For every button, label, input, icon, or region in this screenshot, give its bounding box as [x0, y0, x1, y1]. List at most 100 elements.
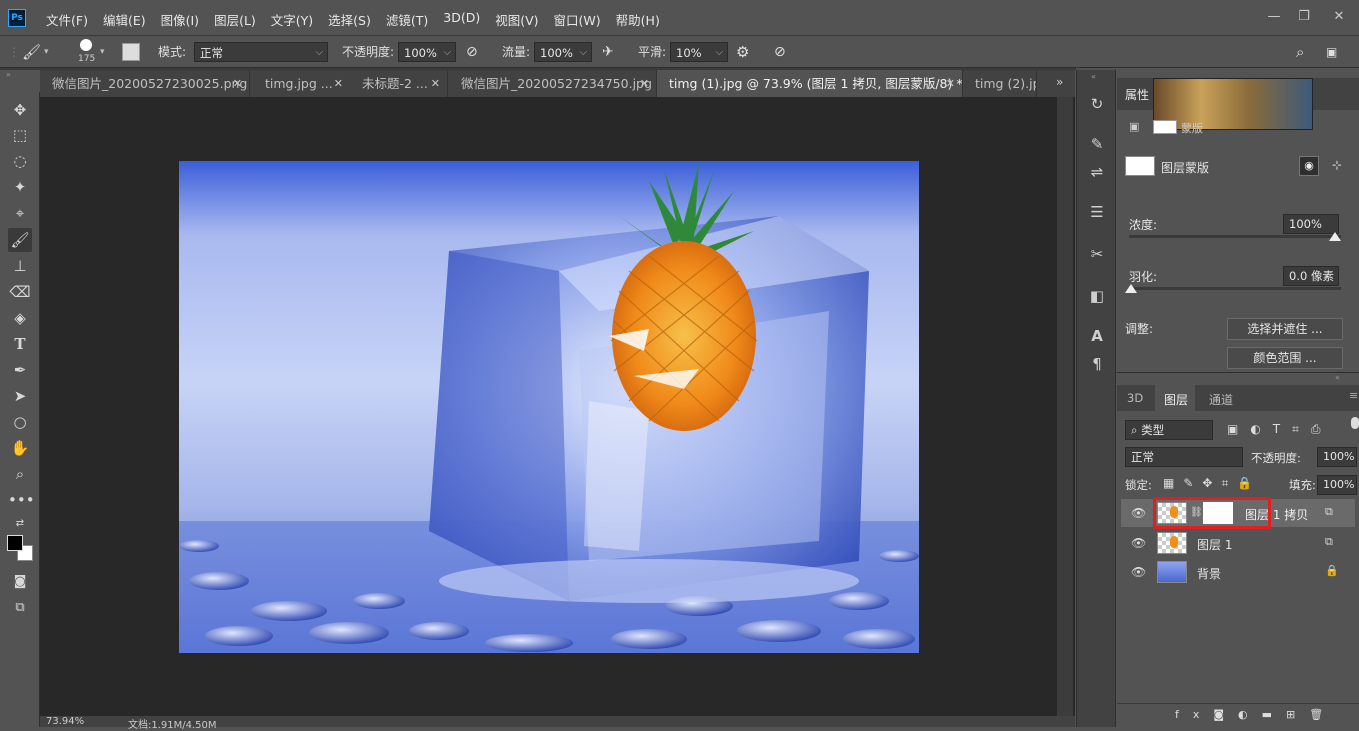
close-window-icon[interactable]: ✕: [1330, 9, 1348, 25]
fill-input[interactable]: 100%: [1317, 475, 1357, 495]
zoom-level[interactable]: 73.94%: [46, 716, 84, 727]
ellipse-tool-icon[interactable]: ○: [8, 410, 32, 434]
magic-wand-tool-icon[interactable]: ✦: [8, 175, 32, 199]
path-selection-tool-icon[interactable]: ➤: [8, 384, 32, 408]
document-tab[interactable]: timg (2).jpg: [963, 70, 1037, 97]
menu-type[interactable]: 文字(Y): [271, 10, 313, 29]
collapse-arrow-icon[interactable]: »: [6, 70, 11, 79]
brush-tool-icon[interactable]: 🖌: [8, 228, 32, 252]
marquee-tool-icon[interactable]: ⬚: [8, 123, 32, 147]
properties-icon[interactable]: ☰: [1085, 200, 1109, 224]
paragraph-icon[interactable]: ¶: [1085, 352, 1109, 376]
menu-edit[interactable]: 编辑(E): [103, 10, 146, 29]
document-tab[interactable]: 微信图片_20200527234750.jpg ✕: [449, 70, 657, 97]
brush-settings-icon[interactable]: ✎: [1085, 132, 1109, 156]
workspace-icon[interactable]: ▣: [1326, 42, 1337, 62]
density-slider-track[interactable]: [1129, 235, 1341, 238]
stamp-tool-icon[interactable]: ⊥: [8, 254, 32, 278]
panel-menu-icon[interactable]: ≡: [1349, 389, 1358, 402]
foreground-color-swatch-top[interactable]: [7, 535, 23, 551]
menu-help[interactable]: 帮助(H): [616, 10, 660, 29]
density-slider-handle[interactable]: [1329, 232, 1341, 241]
pen-tool-icon[interactable]: ✒: [8, 358, 32, 382]
tab-channels[interactable]: 通道: [1209, 391, 1233, 408]
feather-input[interactable]: 0.0 像素: [1283, 266, 1339, 286]
density-input[interactable]: 100%: [1283, 214, 1339, 234]
layer-row[interactable]: 👁 背景 🔒: [1121, 558, 1355, 586]
menu-layer[interactable]: 图层(L): [214, 10, 256, 29]
feather-slider-track[interactable]: [1129, 287, 1341, 290]
layer-action-icons[interactable]: fx◙◐▬⊞🗑: [1175, 708, 1337, 721]
minimize-icon[interactable]: —: [1265, 9, 1283, 25]
flow-dropdown[interactable]: 100% ⌵: [534, 42, 592, 62]
select-and-mask-button[interactable]: 选择并遮住 ...: [1227, 318, 1343, 340]
filter-toggle-icon[interactable]: [1351, 417, 1359, 429]
visibility-eye-icon[interactable]: 👁: [1131, 565, 1146, 579]
document-image[interactable]: [179, 161, 919, 653]
adjustments-icon[interactable]: ⇌: [1085, 160, 1109, 184]
layer-filter-dropdown[interactable]: ⌕ 类型: [1125, 420, 1213, 440]
collapse-arrow-icon[interactable]: «: [1335, 373, 1340, 382]
blend-mode-dropdown[interactable]: 正常: [1125, 447, 1243, 467]
pixel-mask-button-icon[interactable]: ◉: [1299, 156, 1319, 176]
screen-mode-icon[interactable]: ⧉: [8, 596, 32, 620]
filter-icons[interactable]: ▣◐T⌗⎙: [1227, 422, 1333, 437]
document-tab-active[interactable]: timg (1).jpg @ 73.9% (图层 1 拷贝, 图层蒙版/8) *…: [657, 70, 963, 97]
menu-select[interactable]: 选择(S): [328, 10, 371, 29]
menu-file[interactable]: 文件(F): [46, 10, 88, 29]
menu-image[interactable]: 图像(I): [161, 10, 199, 29]
more-tabs-icon[interactable]: »: [1056, 75, 1063, 89]
menu-3d[interactable]: 3D(D): [443, 10, 480, 29]
visibility-eye-icon[interactable]: 👁: [1131, 536, 1146, 550]
collapse-arrow-icon[interactable]: «: [1091, 72, 1096, 81]
layer-row[interactable]: 👁 图层 1 ⧉: [1121, 529, 1355, 557]
quick-mask-icon[interactable]: ◙: [8, 570, 32, 594]
lock-icons[interactable]: ▦✎✥⌗🔒: [1163, 476, 1261, 491]
feather-slider-handle[interactable]: [1125, 284, 1137, 293]
pressure-opacity-icon[interactable]: ⊘: [466, 42, 478, 62]
history-icon[interactable]: ↻: [1085, 92, 1109, 116]
menu-filter[interactable]: 滤镜(T): [386, 10, 428, 29]
character-icon[interactable]: A: [1085, 324, 1109, 348]
hand-tool-icon[interactable]: ✋: [8, 436, 32, 460]
visibility-eye-icon[interactable]: 👁: [1131, 506, 1146, 520]
layer-name[interactable]: 背景: [1197, 565, 1221, 582]
lasso-tool-icon[interactable]: ◌: [8, 149, 32, 173]
clone-source-icon[interactable]: ◧: [1085, 284, 1109, 308]
document-tab[interactable]: 未标题-2 ... ✕: [350, 70, 448, 97]
document-tab[interactable]: timg.jpg ... ✕: [253, 70, 351, 97]
vector-mask-icon[interactable]: ⊹: [1327, 156, 1347, 176]
paint-bucket-tool-icon[interactable]: ◈: [8, 306, 32, 330]
close-icon[interactable]: ✕: [334, 70, 343, 97]
brush-panel-icon[interactable]: [122, 43, 140, 61]
eyedropper-tool-icon[interactable]: ⌖: [8, 201, 32, 225]
type-tool-icon[interactable]: T: [8, 332, 32, 356]
pressure-size-icon[interactable]: ⊘: [774, 42, 786, 62]
vertical-scrollbar[interactable]: [1057, 97, 1073, 717]
chevron-down-icon[interactable]: ▾: [100, 42, 105, 62]
brush-preset-icon[interactable]: 🖌: [22, 42, 41, 62]
menu-view[interactable]: 视图(V): [495, 10, 538, 29]
layer-opacity-input[interactable]: 100%: [1317, 447, 1357, 467]
smoothing-dropdown[interactable]: 10% ⌵: [670, 42, 728, 62]
search-icon[interactable]: ⌕: [1296, 42, 1304, 62]
restore-icon[interactable]: ❐: [1295, 9, 1313, 25]
tools-icon[interactable]: ✂: [1085, 242, 1109, 266]
eraser-tool-icon[interactable]: ⌫: [8, 280, 32, 304]
chevron-down-icon[interactable]: ▾: [44, 42, 49, 62]
brush-tip-icon[interactable]: [80, 39, 92, 51]
close-icon[interactable]: ✕: [946, 70, 955, 97]
pixel-mask-icon[interactable]: ▣: [1129, 120, 1139, 133]
zoom-tool-icon[interactable]: ⌕: [8, 462, 32, 486]
layer-name[interactable]: 图层 1: [1197, 536, 1232, 553]
document-tab[interactable]: 微信图片_20200527230025.png ✕: [40, 70, 250, 97]
canvas-area[interactable]: [40, 97, 1075, 717]
layer-row-selected[interactable]: 👁 ⛓ 图层 1 拷贝 ⧉: [1121, 497, 1355, 529]
menu-window[interactable]: 窗口(W): [554, 10, 601, 29]
close-icon[interactable]: ✕: [431, 70, 440, 97]
more-tools-icon[interactable]: •••: [8, 488, 35, 512]
gear-icon[interactable]: ⚙: [736, 42, 749, 62]
color-range-button[interactable]: 颜色范围 ...: [1227, 347, 1343, 369]
mode-dropdown[interactable]: 正常 ⌵: [194, 42, 328, 62]
airbrush-icon[interactable]: ✈: [602, 42, 614, 62]
